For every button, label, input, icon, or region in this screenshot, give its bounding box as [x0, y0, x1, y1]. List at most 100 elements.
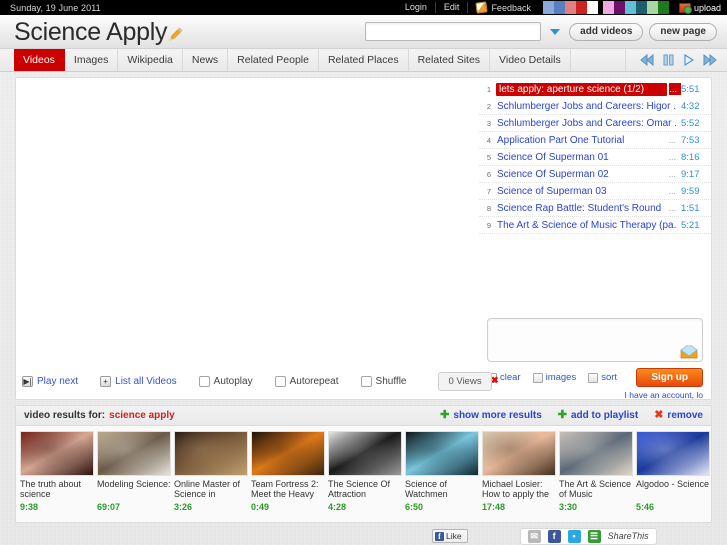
sort-button[interactable]: sort [588, 372, 617, 383]
new-page-button[interactable]: new page [649, 22, 717, 41]
playback-options-row: ▶| Play next + List all Videos Autoplay … [22, 372, 492, 391]
playlist-item-title[interactable]: Schlumberger Jobs and Careers: Omar ... [496, 118, 676, 129]
playlist-item-title[interactable]: Science Of Superman 02 [496, 169, 668, 180]
add-to-playlist-button[interactable]: ✚ add to playlist [558, 410, 639, 422]
fast-forward-button[interactable] [703, 54, 717, 66]
result-thumbnail-image[interactable] [251, 431, 325, 476]
comment-box[interactable] [487, 318, 703, 362]
search-dropdown-chevron-down-icon[interactable] [550, 28, 561, 35]
playlist-item[interactable]: 4 Application Part One Tutorial... 7:53 [479, 132, 711, 149]
result-thumbnail-card[interactable]: The Science Of Attraction 4:28 [328, 431, 403, 512]
color-swatch-6[interactable] [602, 1, 614, 14]
autoplay-checkbox[interactable]: Autoplay [198, 376, 253, 387]
email-share-icon[interactable]: ✉ [527, 529, 541, 543]
color-swatch-9[interactable] [635, 1, 647, 14]
tab-label: Images [73, 54, 109, 66]
result-thumbnail-card[interactable]: Algodoo - Science 5:46 [636, 431, 711, 512]
sign-up-button[interactable]: Sign up [636, 368, 703, 387]
tab-videos[interactable]: Videos [14, 49, 65, 71]
grid-images-icon [532, 372, 543, 383]
search-input[interactable] [365, 22, 542, 41]
rewind-button[interactable] [640, 54, 654, 66]
playlist-item-title[interactable]: Schlumberger Jobs and Careers: Higor ... [496, 101, 676, 112]
existing-account-link[interactable]: I have an account, lo [487, 390, 703, 400]
twitter-share-icon[interactable]: • [567, 529, 581, 543]
result-thumbnail-card[interactable]: Science of Watchmen 6:50 [405, 431, 480, 512]
edit-link[interactable]: Edit [436, 2, 469, 13]
result-thumbnail-image[interactable] [482, 431, 556, 476]
tab-video-details[interactable]: Video Details [490, 49, 571, 71]
tab-images[interactable]: Images [65, 49, 119, 71]
playlist-item[interactable]: 3 Schlumberger Jobs and Careers: Omar ...… [479, 115, 711, 132]
shuffle-label: Shuffle [375, 376, 407, 387]
remove-button[interactable]: ✖ remove [654, 409, 703, 422]
playlist-item[interactable]: 5 Science Of Superman 01... 8:16 [479, 149, 711, 166]
color-swatch-8[interactable] [624, 1, 636, 14]
tab-related-people[interactable]: Related People [228, 49, 319, 71]
result-thumbnail-card[interactable]: The Art & Science of Music 3:30 [559, 431, 634, 512]
playlist-item[interactable]: 6 Science Of Superman 02... 9:17 [479, 166, 711, 183]
playlist-item[interactable]: 7 Science of Superman 03... 9:59 [479, 183, 711, 200]
images-button[interactable]: images [532, 372, 576, 383]
result-thumbnail-image[interactable] [20, 431, 94, 476]
facebook-like-button[interactable]: f Like [432, 529, 468, 543]
playlist-item[interactable]: 2 Schlumberger Jobs and Careers: Higor ..… [479, 98, 711, 115]
result-thumbnail-card[interactable]: Modeling Science: 69:07 [97, 431, 172, 512]
color-swatch-3[interactable] [575, 1, 587, 14]
play-button[interactable] [683, 54, 694, 66]
color-swatch-2[interactable] [564, 1, 576, 14]
facebook-icon: f [435, 531, 444, 541]
result-thumbnail-image[interactable] [559, 431, 633, 476]
playlist-item[interactable]: 1 lets apply: aperture science (1/2)... 5:… [479, 81, 711, 98]
pause-button[interactable] [663, 54, 674, 66]
result-thumbnail-card[interactable]: Team Fortress 2: Meet the Heavy 0:49 [251, 431, 326, 512]
page-title: Science Apply [14, 17, 168, 46]
playlist-item[interactable]: 9 The Art & Science of Music Therapy (pa.… [479, 217, 711, 234]
playlist-item-title[interactable]: Science Rap Battle: Student's Round [496, 203, 668, 214]
facebook-share-icon[interactable]: f [547, 529, 561, 543]
autorepeat-checkbox[interactable]: Autorepeat [274, 376, 339, 387]
result-thumbnail-card[interactable]: Online Master of Science in 3:26 [174, 431, 249, 512]
color-swatch-7[interactable] [613, 1, 625, 14]
video-player-area[interactable] [16, 78, 479, 399]
add-to-playlist-label: add to playlist [570, 410, 639, 421]
playlist-item-title[interactable]: Science Of Superman 01 [496, 152, 668, 163]
shuffle-checkbox[interactable]: Shuffle [360, 376, 407, 387]
play-next-button[interactable]: ▶| Play next [22, 376, 78, 387]
color-swatch-11[interactable] [657, 1, 669, 14]
playlist-item-title[interactable]: The Art & Science of Music Therapy (pa..… [496, 220, 676, 231]
feedback-button[interactable]: Feedback [468, 1, 539, 14]
login-link[interactable]: Login [397, 2, 436, 13]
playlist-item-duration: 5:51 [681, 83, 700, 95]
result-thumbnail-card[interactable]: The truth about science 9:38 [20, 431, 95, 512]
sharethis-icon[interactable]: ☰ [587, 529, 601, 543]
show-more-results-button[interactable]: ✚ show more results [440, 410, 542, 422]
playlist-item-title[interactable]: Science of Superman 03 [496, 186, 668, 197]
tab-related-places[interactable]: Related Places [319, 49, 409, 71]
result-thumbnail-image[interactable] [328, 431, 402, 476]
edit-title-pencil-icon[interactable] [168, 19, 184, 41]
color-swatch-4[interactable] [586, 1, 598, 14]
result-thumbnail-card[interactable]: Michael Losier: How to apply the 17:48 [482, 431, 557, 512]
clear-button[interactable]: ✖ clear [487, 372, 521, 384]
upload-button[interactable]: upload [678, 2, 721, 14]
color-swatch-strip[interactable] [542, 1, 669, 14]
result-thumbnail-image[interactable] [405, 431, 479, 476]
playlist-item-title[interactable]: lets apply: aperture science (1/2) [496, 82, 668, 96]
list-all-videos-button[interactable]: + List all Videos [100, 376, 177, 387]
result-thumbnail-image[interactable] [174, 431, 248, 476]
add-videos-button[interactable]: add videos [569, 22, 644, 41]
result-thumbnail-duration: 69:07 [97, 502, 121, 512]
tab-news[interactable]: News [183, 49, 229, 71]
playlist-item[interactable]: 8 Science Rap Battle: Student's Round... 1… [479, 200, 711, 217]
color-swatch-10[interactable] [646, 1, 658, 14]
tab-related-sites[interactable]: Related Sites [409, 49, 491, 71]
color-swatch-0[interactable] [542, 1, 554, 14]
tab-wikipedia[interactable]: Wikipedia [118, 49, 183, 71]
result-thumbnail-image[interactable] [97, 431, 171, 476]
playlist-item-title[interactable]: Application Part One Tutorial [496, 135, 668, 146]
close-icon: ✖ [654, 409, 664, 421]
result-thumbnail-duration: 6:50 [405, 502, 424, 512]
color-swatch-1[interactable] [553, 1, 565, 14]
result-thumbnail-image[interactable] [636, 431, 710, 476]
